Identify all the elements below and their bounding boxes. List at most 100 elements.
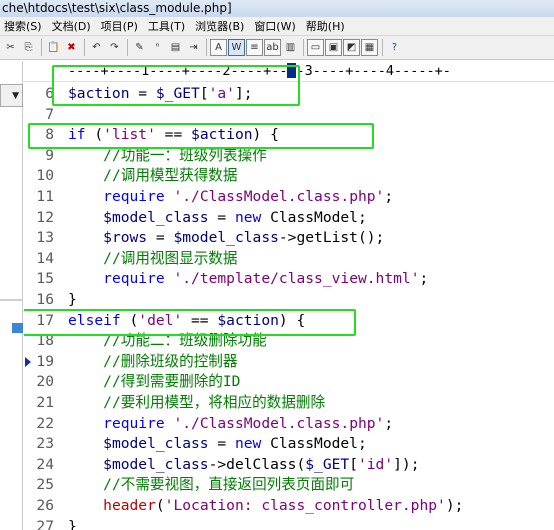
code-token: $rows bbox=[103, 229, 148, 247]
column-mode-icon[interactable]: ▥ bbox=[282, 39, 299, 56]
copy-icon[interactable]: ⎘ bbox=[20, 39, 37, 56]
code-token: ); bbox=[445, 497, 464, 514]
code-token: $_GET bbox=[305, 455, 350, 473]
redo-icon[interactable]: ↷ bbox=[106, 39, 123, 56]
bookmark-arrow-icon[interactable] bbox=[25, 356, 31, 367]
menu-item-1[interactable]: 文档(D) bbox=[48, 18, 97, 34]
code-token: //要利用模型，将相应的数据删除 bbox=[103, 394, 326, 411]
code-text: //调用模型获得数据 bbox=[68, 166, 237, 187]
code-line[interactable]: 26 header('Location: class_controller.ph… bbox=[24, 496, 554, 517]
code-token: ( bbox=[155, 497, 165, 514]
window-icon[interactable]: ▭ bbox=[307, 39, 324, 56]
code-line[interactable]: 23 $model_class = new ClassModel; bbox=[24, 434, 554, 455]
code-token: = bbox=[208, 435, 235, 453]
code-line[interactable]: 19 //删除班级的控制器 bbox=[24, 352, 554, 373]
paste-icon[interactable]: 📋 bbox=[45, 39, 62, 56]
code-token: //不需要视图，直接返回列表页面即可 bbox=[103, 476, 355, 494]
toolbar-separator bbox=[127, 39, 128, 56]
line-number: 12 bbox=[36, 208, 54, 226]
line-number: 27 bbox=[36, 517, 54, 530]
code-text: //得到需要删除的ID bbox=[68, 372, 240, 393]
code-token: new bbox=[234, 208, 262, 226]
menu-item-6[interactable]: 帮助(H) bbox=[302, 18, 351, 34]
line-number: 14 bbox=[36, 249, 54, 267]
code-token: $model_class bbox=[103, 208, 209, 226]
code-token: } bbox=[68, 291, 77, 308]
code-text: require './ClassModel.class.php'; bbox=[68, 187, 393, 208]
code-token: './ClassModel.class.php' bbox=[173, 414, 385, 432]
line-number: 22 bbox=[36, 414, 54, 432]
code-token: ->delClass( bbox=[208, 455, 306, 473]
toolbar-separator bbox=[206, 39, 207, 56]
menu-item-4[interactable]: 浏览器(B) bbox=[191, 18, 250, 34]
code-token: //调用视图显示数据 bbox=[103, 249, 238, 267]
code-text: //要利用模型，将相应的数据删除 bbox=[68, 393, 325, 414]
cut-icon[interactable]: ✂ bbox=[2, 39, 19, 56]
font-icon[interactable]: A bbox=[210, 39, 227, 56]
delete-icon[interactable]: ✖ bbox=[63, 39, 80, 56]
hex-icon[interactable]: ab bbox=[264, 39, 281, 56]
cascade-icon[interactable]: ◩ bbox=[343, 39, 360, 56]
toolbar-separator bbox=[84, 39, 85, 56]
code-line[interactable]: 14 //调用视图显示数据 bbox=[24, 249, 554, 270]
panel-divider[interactable] bbox=[0, 299, 23, 301]
code-token: './ClassModel.class.php' bbox=[173, 188, 385, 205]
code-token: $model_class bbox=[103, 435, 209, 453]
code-line[interactable]: 24 $model_class->delClass($_GET['id']); bbox=[24, 455, 554, 476]
code-line[interactable]: 27} bbox=[24, 517, 554, 530]
code-line[interactable]: 20 //得到需要删除的ID bbox=[24, 372, 554, 393]
code-line[interactable]: 11 require './ClassModel.class.php'; bbox=[24, 187, 554, 208]
find-icon[interactable]: ✎ bbox=[131, 39, 148, 56]
line-number: 21 bbox=[36, 394, 54, 411]
code-text: //删除班级的控制器 bbox=[68, 352, 237, 373]
find-in-files-icon[interactable]: ▤ bbox=[167, 39, 184, 56]
toolbar-separator bbox=[382, 39, 383, 56]
undo-icon[interactable]: ↶ bbox=[88, 39, 105, 56]
code-line[interactable]: 21 //要利用模型，将相应的数据删除 bbox=[24, 393, 554, 414]
left-panel: ▼ bbox=[0, 61, 23, 530]
code-line[interactable]: 12 $model_class = new ClassModel; bbox=[24, 208, 554, 229]
code-line[interactable]: 25 //不需要视图，直接返回列表页面即可 bbox=[24, 475, 554, 496]
code-line[interactable]: 10 //调用模型获得数据 bbox=[24, 166, 554, 187]
code-token: $model_class bbox=[173, 229, 279, 247]
line-number: 11 bbox=[36, 188, 54, 205]
panel-dropdown[interactable]: ▼ bbox=[0, 84, 23, 107]
code-token: //得到需要删除的ID bbox=[103, 373, 241, 391]
replace-icon[interactable]: ⁿ bbox=[149, 39, 166, 56]
browser-icon[interactable]: ▦ bbox=[361, 39, 378, 56]
annotation-box-ruler bbox=[52, 65, 300, 106]
code-token: require bbox=[103, 270, 165, 288]
code-token: ClassModel; bbox=[261, 208, 367, 226]
line-number: 6 bbox=[45, 85, 54, 102]
code-line[interactable]: 22 require './ClassModel.class.php'; bbox=[24, 414, 554, 435]
menu-item-0[interactable]: 搜索(S) bbox=[0, 18, 48, 34]
code-line[interactable]: 16} bbox=[24, 290, 554, 311]
indent-icon[interactable]: ⇥ bbox=[185, 39, 202, 56]
code-token: require bbox=[103, 414, 165, 432]
code-text: $model_class->delClass($_GET['id']); bbox=[68, 455, 419, 476]
menu-item-5[interactable]: 窗口(W) bbox=[250, 18, 301, 34]
code-line[interactable]: 13 $rows = $model_class->getList(); bbox=[24, 228, 554, 249]
menu-item-2[interactable]: 项目(P) bbox=[97, 18, 144, 34]
code-token: ; bbox=[384, 188, 394, 205]
code-token: new bbox=[234, 435, 262, 453]
menu-item-3[interactable]: 工具(T) bbox=[144, 18, 191, 34]
menu-bar: 搜索(S) 文档(D) 项目(P) 工具(T) 浏览器(B) 窗口(W) 帮助(H) bbox=[0, 17, 554, 36]
ruler-icon[interactable]: ≡ bbox=[246, 39, 263, 56]
help-icon[interactable]: ? bbox=[386, 39, 403, 56]
line-number: 24 bbox=[36, 455, 54, 473]
word-wrap-icon[interactable]: W bbox=[228, 39, 245, 56]
code-token: ; bbox=[419, 270, 429, 288]
tile-icon[interactable]: ▣ bbox=[325, 39, 342, 56]
code-editor[interactable]: ----+----1----+----2----+-- -3----+----4-… bbox=[24, 61, 554, 530]
line-number: 10 bbox=[36, 167, 54, 185]
code-token: //功能一：班级列表操作 bbox=[103, 146, 267, 164]
code-line[interactable]: 15 require './template/class_view.html'; bbox=[24, 269, 554, 290]
code-token: ->getList(); bbox=[278, 229, 385, 247]
